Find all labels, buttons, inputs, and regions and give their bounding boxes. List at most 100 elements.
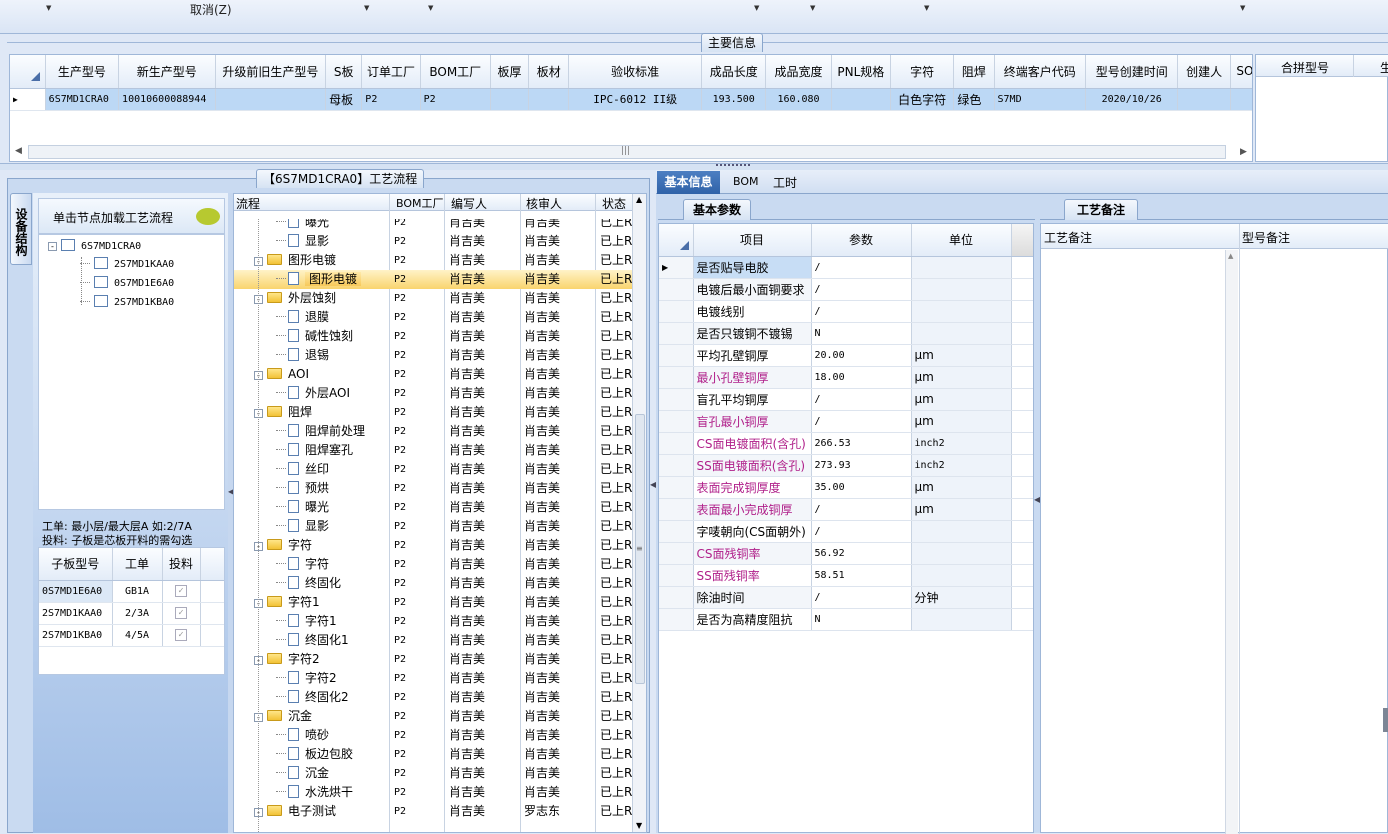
bom-factory-cell[interactable]: P2 (394, 707, 406, 726)
column-header[interactable]: SO (1230, 55, 1252, 89)
param-row[interactable]: SS面残铜率 58.51 (659, 564, 1033, 587)
bom-factory-cell[interactable]: P2 (394, 346, 406, 365)
bom-factory-cell[interactable]: P2 (394, 783, 406, 802)
param-row[interactable]: 最小孔壁铜厚 18.00 μm (659, 366, 1033, 389)
param-value[interactable]: / (811, 256, 912, 279)
author-cell[interactable]: 肖吉美 (449, 441, 485, 460)
reviewer-cell[interactable]: 肖吉美 (524, 536, 560, 555)
status-cell[interactable]: 已上R (600, 783, 632, 802)
bom-factory-cell[interactable]: P2 (394, 327, 406, 346)
flow-step-row[interactable]: 退锡 P2 肖吉美 肖吉美 已上R (234, 346, 632, 365)
flow-step-row[interactable]: 板边包胶 P2 肖吉美 肖吉美 已上R (234, 745, 632, 764)
flow-step-row[interactable]: 水洗烘干 P2 肖吉美 肖吉美 已上R (234, 783, 632, 802)
author-cell[interactable]: 肖吉美 (449, 498, 485, 517)
param-row[interactable]: 表面最小完成铜厚 / μm (659, 498, 1033, 521)
author-cell[interactable]: 肖吉美 (449, 783, 485, 802)
status-cell[interactable]: 已上R (600, 441, 632, 460)
reviewer-cell[interactable]: 肖吉美 (524, 707, 560, 726)
bom-factory-cell[interactable]: P2 (394, 498, 406, 517)
column-header[interactable]: 工艺备注 (1044, 229, 1092, 246)
flow-step-row[interactable]: 曝光 P2 肖吉美 肖吉美 已上R (234, 219, 632, 232)
param-value[interactable]: 56.92 (811, 542, 912, 565)
author-cell[interactable]: 肖吉美 (449, 346, 485, 365)
bom-factory-cell[interactable]: P2 (394, 650, 406, 669)
status-cell[interactable]: 已上R (600, 650, 632, 669)
flow-step-row[interactable]: 终固化1 P2 肖吉美 肖吉美 已上R (234, 631, 632, 650)
status-cell[interactable]: 已上R (600, 707, 632, 726)
status-cell[interactable]: 已上R (600, 631, 632, 650)
param-row[interactable]: CS面残铜率 56.92 (659, 542, 1033, 565)
author-cell[interactable]: 肖吉美 (449, 631, 485, 650)
horizontal-scrollbar[interactable]: ◀ ||| (15, 145, 1226, 159)
tree-node[interactable]: -6S7MD1CRA0 (48, 239, 141, 252)
author-cell[interactable]: 肖吉美 (449, 219, 485, 232)
flow-group-row[interactable]: - 图形电镀 P2 肖吉美 肖吉美 已上R (234, 251, 632, 270)
flow-step-row[interactable]: 字符 P2 肖吉美 肖吉美 已上R (234, 555, 632, 574)
bom-factory-cell[interactable]: P2 (394, 232, 406, 251)
param-row[interactable]: 是否只镀铜不镀锡 N (659, 322, 1033, 345)
column-header[interactable]: 工单 (112, 548, 163, 581)
status-cell[interactable]: 已上R (600, 802, 632, 821)
flow-step-row[interactable]: 字符1 P2 肖吉美 肖吉美 已上R (234, 612, 632, 631)
table-cell[interactable]: 6S7MD1CRA0 (45, 88, 120, 111)
param-value[interactable]: / (811, 278, 912, 301)
status-cell[interactable]: 已上R (600, 219, 632, 232)
bom-factory-cell[interactable]: P2 (394, 384, 406, 403)
tree-node[interactable]: 0S7MD1E6A0 (80, 276, 174, 289)
author-cell[interactable]: 肖吉美 (449, 745, 485, 764)
dropdown-arrow-icon[interactable]: ▼ (46, 4, 51, 12)
table-cell[interactable]: 10010600088944 (118, 88, 216, 111)
scroll-grip-icon[interactable]: ||| (621, 146, 630, 156)
dropdown-arrow-icon[interactable]: ▼ (428, 4, 433, 12)
author-cell[interactable]: 肖吉美 (449, 593, 485, 612)
reviewer-cell[interactable]: 肖吉美 (524, 783, 560, 802)
flow-step-row[interactable]: 显影 P2 肖吉美 肖吉美 已上R (234, 232, 632, 251)
param-row[interactable]: CS面电镀面积(含孔) 266.53 inch2 (659, 432, 1033, 455)
bom-factory-cell[interactable]: P2 (394, 251, 406, 270)
status-cell[interactable]: 已上R (600, 574, 632, 593)
param-row[interactable]: 电镀后最小面铜要求 / (659, 278, 1033, 301)
flow-step-row[interactable]: 图形电镀 P2 肖吉美 肖吉美 已上R (234, 270, 632, 289)
status-cell[interactable]: 已上R (600, 365, 632, 384)
bom-factory-cell[interactable]: P2 (394, 441, 406, 460)
flow-step-row[interactable]: 显影 P2 肖吉美 肖吉美 已上R (234, 517, 632, 536)
reviewer-cell[interactable]: 肖吉美 (524, 232, 560, 251)
param-value[interactable]: / (811, 520, 912, 543)
collapse-icon[interactable]: - (48, 242, 57, 251)
reviewer-cell[interactable]: 肖吉美 (524, 479, 560, 498)
bom-factory-cell[interactable]: P2 (394, 555, 406, 574)
status-cell[interactable]: 已上R (600, 460, 632, 479)
bom-factory-cell[interactable]: P2 (394, 726, 406, 745)
status-cell[interactable]: 已上R (600, 536, 632, 555)
param-row[interactable]: 字唛朝向(CS面朝外) / (659, 520, 1033, 543)
flow-step-row[interactable]: 丝印 P2 肖吉美 肖吉美 已上R (234, 460, 632, 479)
flow-group-row[interactable]: - 字符1 P2 肖吉美 肖吉美 已上R (234, 593, 632, 612)
param-value[interactable]: / (811, 388, 912, 411)
status-cell[interactable]: 已上R (600, 669, 632, 688)
status-cell[interactable]: 已上R (600, 764, 632, 783)
bom-factory-cell[interactable]: P2 (394, 593, 406, 612)
param-value[interactable]: / (811, 300, 912, 323)
author-cell[interactable]: 肖吉美 (449, 384, 485, 403)
reviewer-cell[interactable]: 肖吉美 (524, 251, 560, 270)
status-cell[interactable]: 已上R (600, 745, 632, 764)
flow-group-row[interactable]: - 电子测试 P2 肖吉美 罗志东 已上R (234, 802, 632, 821)
tree-node[interactable]: 2S7MD1KBA0 (80, 295, 174, 308)
status-cell[interactable]: 已上R (600, 555, 632, 574)
param-row[interactable]: 是否为高精度阻抗 N (659, 608, 1033, 631)
reviewer-cell[interactable]: 肖吉美 (524, 327, 560, 346)
author-cell[interactable]: 肖吉美 (449, 308, 485, 327)
bom-factory-cell[interactable]: P2 (394, 289, 406, 308)
param-row[interactable]: 盲孔最小铜厚 / μm (659, 410, 1033, 433)
column-header[interactable]: 子板型号 (39, 548, 113, 581)
feed-checkbox[interactable]: ✓ (162, 580, 201, 603)
column-header[interactable]: 板厚 (490, 55, 530, 89)
column-header[interactable]: 阻焊 (953, 55, 995, 89)
flow-group-row[interactable]: - 沉金 P2 肖吉美 肖吉美 已上R (234, 707, 632, 726)
column-header[interactable]: 字符 (890, 55, 955, 89)
bom-factory-cell[interactable]: P2 (394, 802, 406, 821)
status-cell[interactable]: 已上R (600, 688, 632, 707)
reviewer-cell[interactable]: 肖吉美 (524, 688, 560, 707)
column-header[interactable]: 新生产型号 (118, 55, 216, 89)
reviewer-cell[interactable]: 肖吉美 (524, 745, 560, 764)
